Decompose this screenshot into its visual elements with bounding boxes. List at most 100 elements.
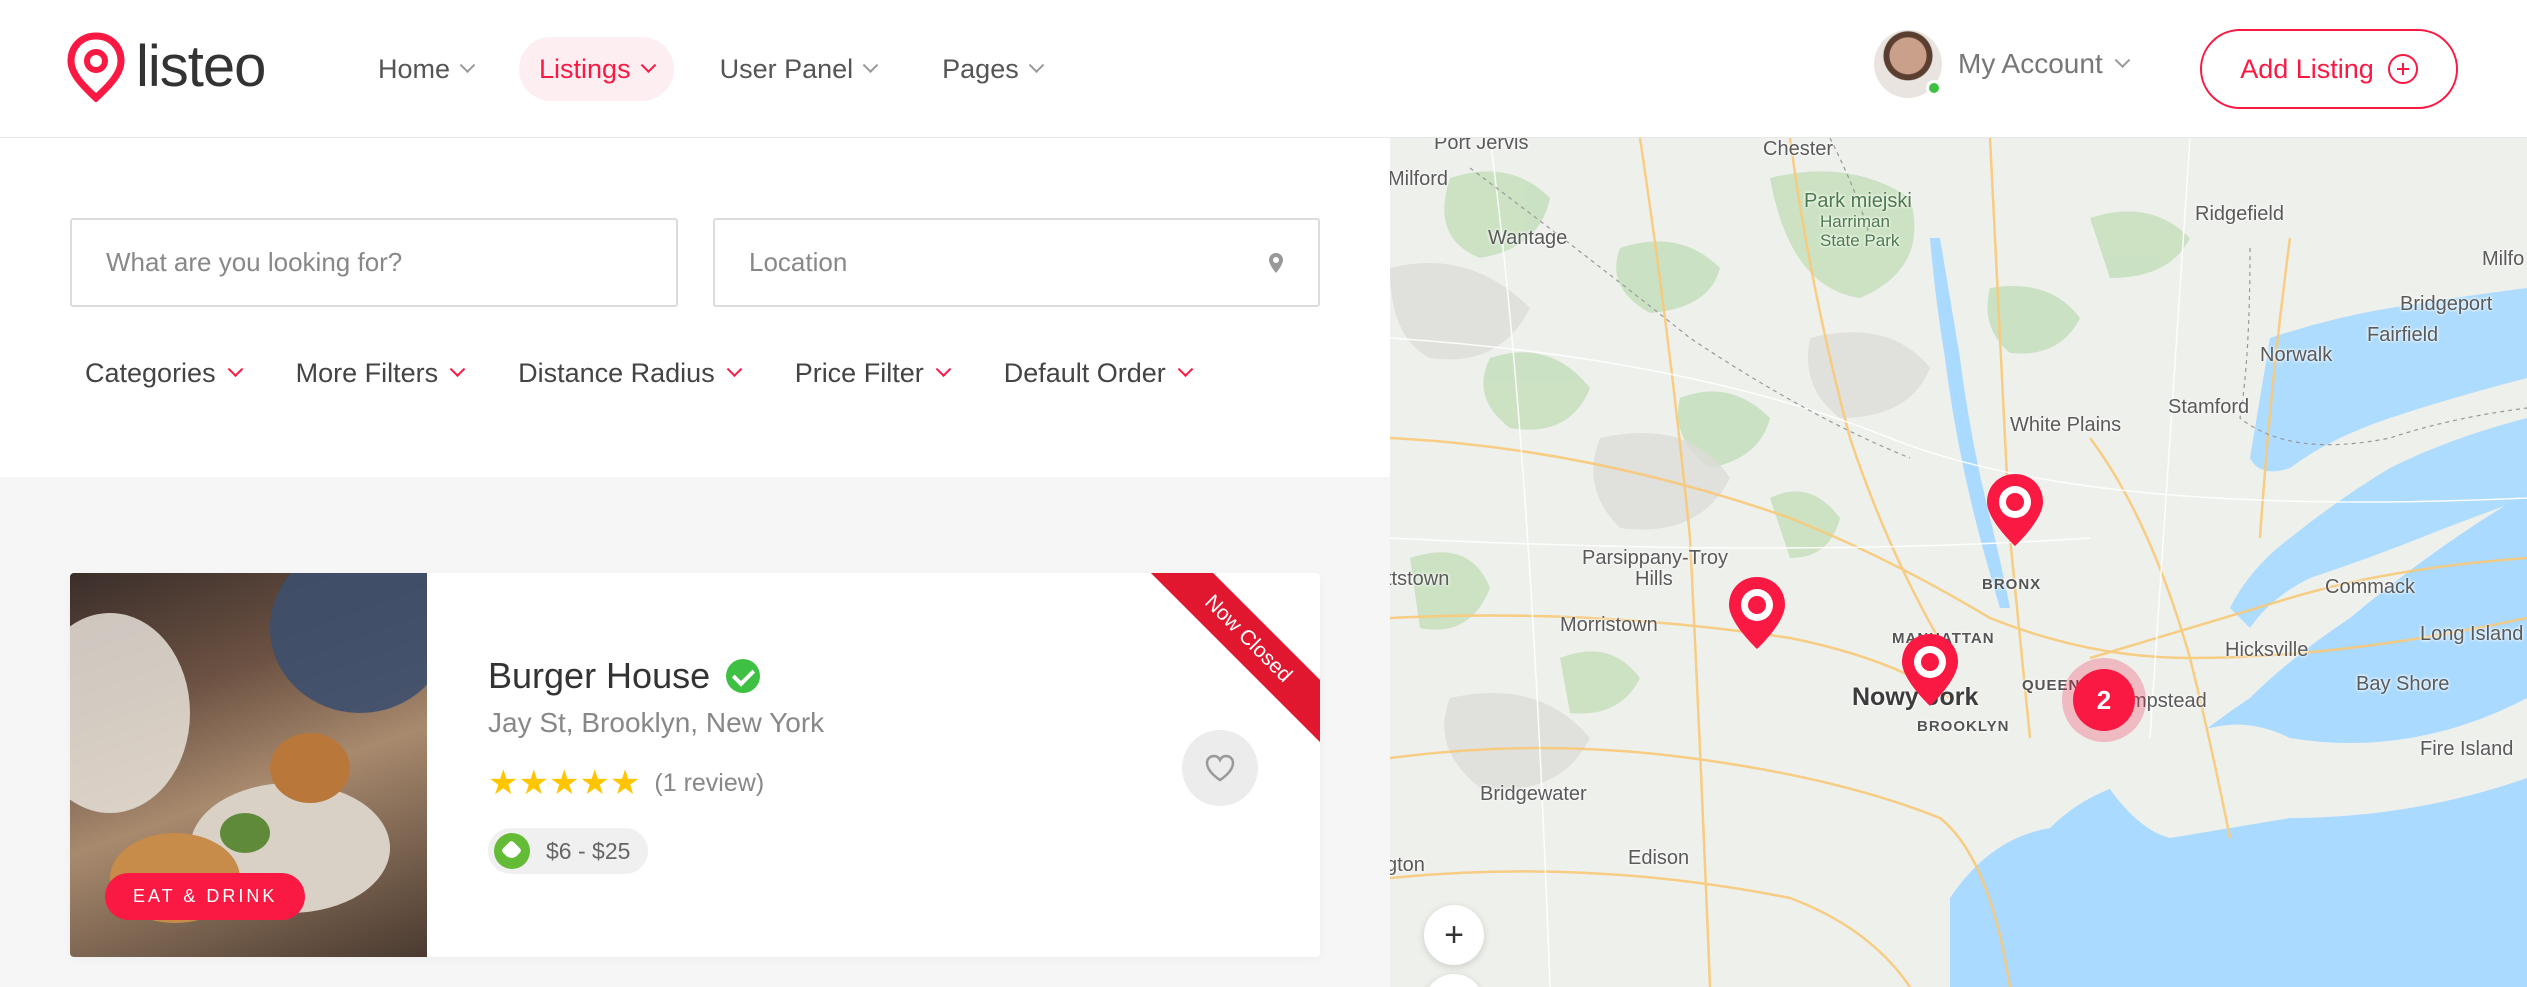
map[interactable]: Port Jervis Chester Milford Park miejski… xyxy=(1390,138,2527,987)
star-rating-icons: ★★★★★ xyxy=(488,763,641,803)
search-area: What are you looking for? Location Categ… xyxy=(0,138,1390,477)
map-marker-pin-icon[interactable] xyxy=(1898,632,1962,708)
zoom-in-button[interactable]: + xyxy=(1424,905,1484,965)
map-label: Port Jervis xyxy=(1434,138,1529,154)
listing-address: Jay St, Brooklyn, New York xyxy=(488,707,825,738)
image-sweater-shape xyxy=(70,613,190,813)
location-pin-icon[interactable] xyxy=(1268,252,1284,274)
location-placeholder: Location xyxy=(749,247,848,277)
filter-more-filters[interactable]: More Filters xyxy=(295,358,466,389)
add-listing-button[interactable]: Add Listing xyxy=(2200,29,2458,109)
map-label: gton xyxy=(1390,854,1425,876)
listing-card[interactable]: EAT & DRINK Burger House Jay St, Brookly… xyxy=(70,573,1320,957)
avatar xyxy=(1874,30,1942,98)
map-label: Fire Island xyxy=(2420,738,2514,760)
chevron-down-icon xyxy=(862,56,879,73)
map-cluster-marker[interactable]: 2 xyxy=(2062,658,2146,742)
map-label: Bridgewater xyxy=(1480,783,1587,805)
logo[interactable]: listeo xyxy=(66,32,266,102)
chevron-down-icon xyxy=(2114,51,2131,68)
account-label: My Account xyxy=(1958,48,2103,79)
filter-label: Default Order xyxy=(1003,358,1166,388)
filter-price[interactable]: Price Filter xyxy=(794,358,951,389)
map-label: Milfo xyxy=(2482,248,2525,270)
map-label: Harriman xyxy=(1820,212,1890,231)
price-range-text: $6 - $25 xyxy=(546,837,631,864)
nav-home-label: Home xyxy=(378,53,451,84)
account-menu[interactable]: My Account xyxy=(1874,30,2131,98)
map-label: Fairfield xyxy=(2367,324,2439,346)
map-label: BROOKLYN xyxy=(1917,718,2010,735)
review-count: (1 review) xyxy=(654,768,765,797)
map-marker-pin-icon[interactable] xyxy=(1983,472,2047,548)
map-label: Hills xyxy=(1635,568,1673,590)
filter-label: Price Filter xyxy=(794,358,924,388)
chevron-down-icon xyxy=(935,361,951,378)
filter-label: More Filters xyxy=(295,358,439,388)
filter-label: Distance Radius xyxy=(518,358,715,388)
search-input[interactable]: What are you looking for? xyxy=(70,218,678,307)
nav-user-panel[interactable]: User Panel xyxy=(700,37,897,101)
chevron-down-icon xyxy=(1177,361,1194,378)
map-label: Edison xyxy=(1628,847,1690,869)
nav-user-panel-label: User Panel xyxy=(719,53,854,84)
nav-home[interactable]: Home xyxy=(358,37,493,101)
add-listing-label: Add Listing xyxy=(2240,53,2374,84)
nav-pages[interactable]: Pages xyxy=(922,37,1062,101)
nav-listings[interactable]: Listings xyxy=(519,37,674,101)
map-label: State Park xyxy=(1820,231,1900,250)
map-label: ttstown xyxy=(1390,568,1450,590)
main-nav: Home Listings User Panel Pages xyxy=(358,37,1088,101)
status-ribbon: Now Closed xyxy=(1150,573,1320,743)
listing-rating: ★★★★★ (1 review) xyxy=(488,766,764,800)
filter-categories[interactable]: Categories xyxy=(85,358,243,389)
map-label: Chester xyxy=(1763,138,1834,160)
site-header: listeo Home Listings User Panel Pages My… xyxy=(0,0,2527,138)
image-greens-shape xyxy=(220,813,270,853)
map-label: Park miejski xyxy=(1804,190,1912,212)
chevron-down-icon xyxy=(459,56,476,73)
map-label: Norwalk xyxy=(2260,344,2333,366)
listing-title-row: Burger House xyxy=(488,655,761,697)
image-burger-shape xyxy=(270,733,350,803)
map-marker-pin-icon[interactable] xyxy=(1725,575,1789,651)
map-label: Stamford xyxy=(2168,396,2250,418)
status-ribbon-text: Now Closed xyxy=(1150,573,1320,743)
map-label: Long Island xyxy=(2420,623,2524,645)
verified-check-icon xyxy=(726,659,761,693)
chevron-down-icon xyxy=(227,361,243,378)
filter-default-order[interactable]: Default Order xyxy=(1003,358,1194,389)
logo-text: listeo xyxy=(136,34,266,99)
chevron-down-icon xyxy=(640,56,656,73)
plus-circle-icon xyxy=(2387,54,2418,84)
filter-distance-radius[interactable]: Distance Radius xyxy=(518,358,742,389)
map-label: Bay Shore xyxy=(2356,673,2450,695)
chevron-down-icon xyxy=(449,361,466,378)
listing-title[interactable]: Burger House xyxy=(488,655,710,697)
nav-pages-label: Pages xyxy=(942,53,1019,84)
price-tag-icon xyxy=(494,833,530,869)
cluster-count: 2 xyxy=(2073,669,2135,731)
location-input[interactable]: Location xyxy=(713,218,1320,307)
listings-panel: What are you looking for? Location Categ… xyxy=(0,138,1390,987)
map-label: BRONX xyxy=(1982,576,2042,593)
map-label: Bridgeport xyxy=(2400,293,2493,315)
map-label: Ridgefield xyxy=(2195,203,2284,225)
category-badge[interactable]: EAT & DRINK xyxy=(105,873,306,920)
chevron-down-icon xyxy=(1028,56,1044,73)
map-label: Parsippany-Troy xyxy=(1582,547,1728,569)
filter-label: Categories xyxy=(85,358,216,388)
nav-listings-label: Listings xyxy=(539,53,631,84)
map-base xyxy=(1390,138,2527,987)
online-status-dot xyxy=(1926,80,1942,96)
logo-pin-icon xyxy=(67,32,125,102)
chevron-down-icon xyxy=(726,361,742,378)
listing-image[interactable]: EAT & DRINK xyxy=(70,573,427,957)
map-label: Hicksville xyxy=(2225,639,2309,661)
price-range: $6 - $25 xyxy=(488,828,649,874)
map-label: White Plains xyxy=(2010,414,2122,436)
map-label: Commack xyxy=(2325,576,2416,598)
search-placeholder: What are you looking for? xyxy=(106,247,403,277)
filter-bar: Categories More Filters Distance Radius … xyxy=(85,358,1246,389)
map-label: Morristown xyxy=(1560,614,1658,636)
